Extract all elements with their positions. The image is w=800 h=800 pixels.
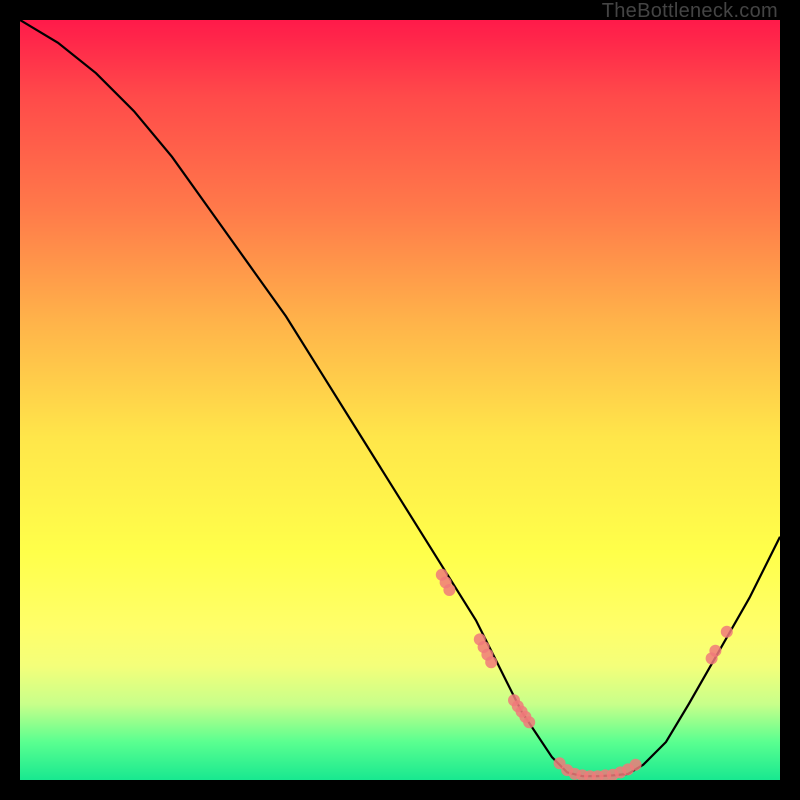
data-marker xyxy=(622,763,634,775)
gradient-plot-area xyxy=(20,20,780,780)
data-marker xyxy=(508,694,520,706)
data-marker xyxy=(561,764,573,776)
data-markers xyxy=(436,569,733,780)
data-marker xyxy=(519,711,531,723)
data-marker xyxy=(584,770,596,780)
data-marker xyxy=(592,770,604,780)
data-marker xyxy=(516,706,528,718)
data-marker xyxy=(599,769,611,780)
data-marker xyxy=(523,716,535,728)
bottleneck-curve xyxy=(20,20,780,776)
data-marker xyxy=(709,645,721,657)
data-marker xyxy=(474,633,486,645)
data-marker xyxy=(440,576,452,588)
data-marker xyxy=(569,768,581,780)
data-marker xyxy=(607,769,619,780)
data-marker xyxy=(436,569,448,581)
data-marker xyxy=(721,626,733,638)
watermark-text: TheBottleneck.com xyxy=(602,0,778,23)
data-marker xyxy=(512,700,524,712)
data-marker xyxy=(706,652,718,664)
data-marker xyxy=(614,766,626,778)
data-marker xyxy=(630,759,642,771)
data-marker xyxy=(443,584,455,596)
chart-svg xyxy=(20,20,780,780)
data-marker xyxy=(554,757,566,769)
data-marker xyxy=(481,649,493,661)
data-marker xyxy=(485,656,497,668)
data-marker xyxy=(576,769,588,780)
data-marker xyxy=(478,641,490,653)
